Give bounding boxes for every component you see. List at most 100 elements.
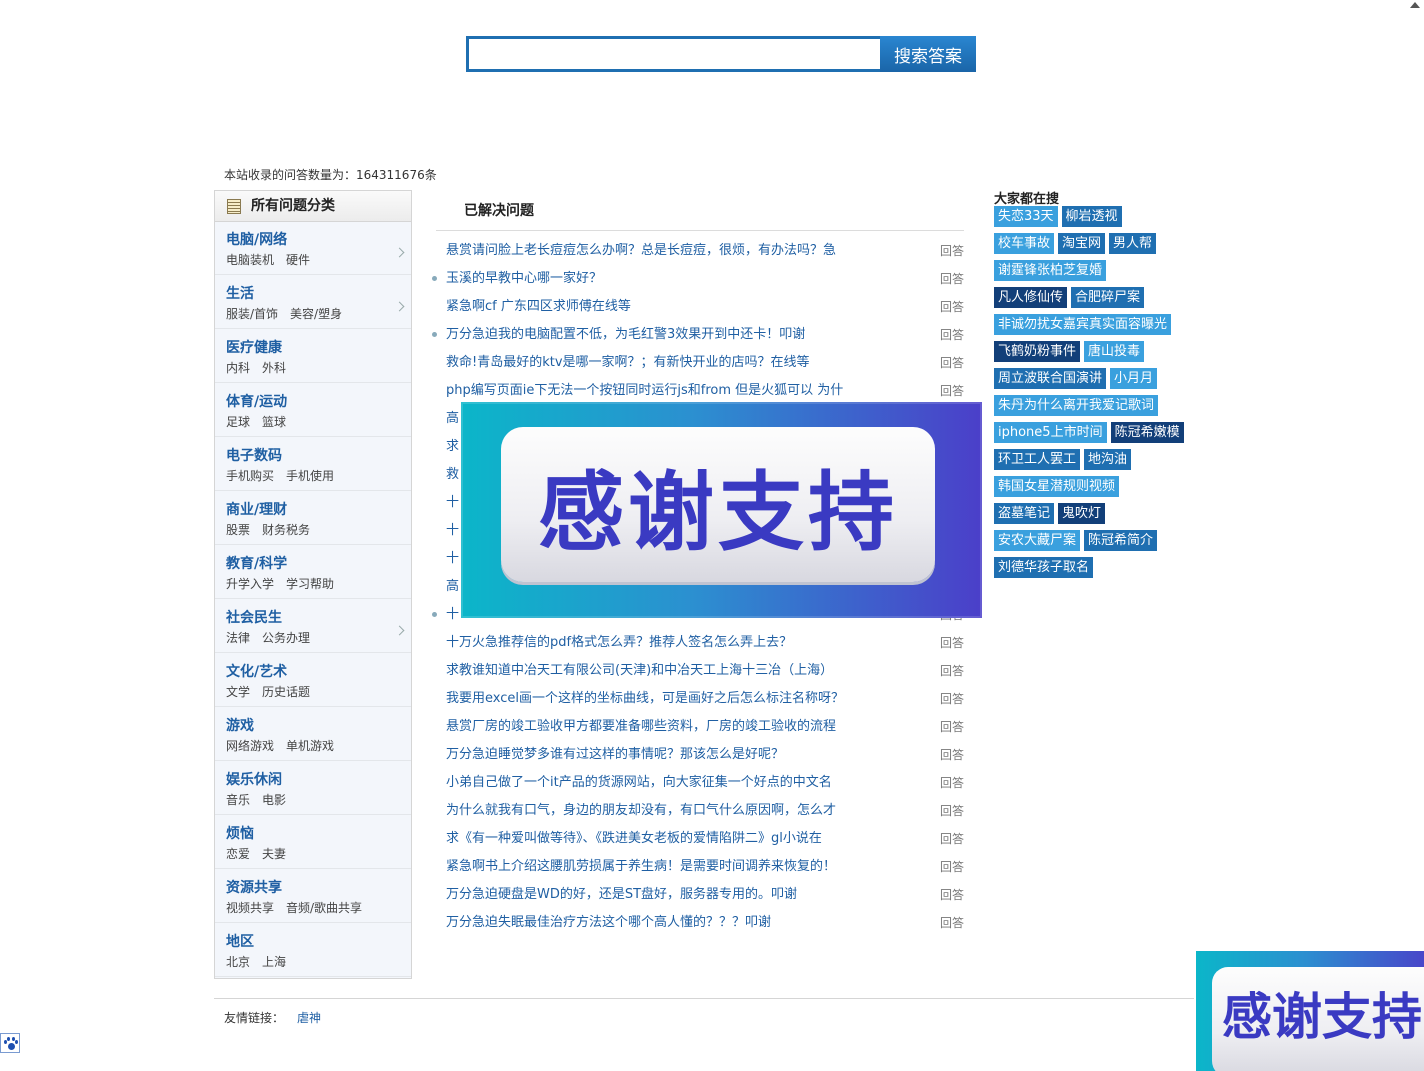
category-sub-link[interactable]: 音乐 bbox=[226, 793, 250, 807]
category-sub-link[interactable]: 夫妻 bbox=[262, 847, 286, 861]
question-link[interactable]: 十万火急推荐信的pdf格式怎么弄？推荐人签名怎么弄上去？ bbox=[446, 629, 876, 657]
category-item: 医疗健康内科 外科 bbox=[215, 330, 411, 383]
question-row: 万分急迫硬盘是WD的好，还是ST盘好，服务器专用的。叩谢 回答 bbox=[430, 881, 966, 909]
hot-search-tag[interactable]: 陈冠希简介 bbox=[1084, 530, 1158, 551]
category-sub-link[interactable]: 手机使用 bbox=[286, 469, 334, 483]
category-sub-link[interactable]: 电脑装机 bbox=[226, 253, 274, 267]
question-link[interactable]: php编写页面ie下无法一个按钮同时运行js和from 但是火狐可以 为什 bbox=[446, 377, 876, 405]
category-sub-link[interactable]: 手机购买 bbox=[226, 469, 274, 483]
category-title[interactable]: 电脑/网络 bbox=[226, 232, 411, 248]
question-link[interactable]: 求《有一种爱叫做等待》、《跌进美女老板的爱情陷阱二》gl小说在 bbox=[446, 825, 876, 853]
hot-search-tag[interactable]: 谢霆锋张柏芝复婚 bbox=[994, 260, 1107, 281]
category-sub-link[interactable]: 北京 bbox=[226, 955, 250, 969]
category-subs: 足球 篮球 bbox=[226, 415, 411, 429]
thanks-banner[interactable]: 感谢支持 bbox=[461, 402, 982, 618]
category-title[interactable]: 教育/科学 bbox=[226, 556, 411, 572]
category-sub-link[interactable]: 足球 bbox=[226, 415, 250, 429]
hot-search-tag[interactable]: 刘德华孩子取名 bbox=[994, 557, 1094, 578]
question-link[interactable]: 为什么就我有口气，身边的朋友却没有，有口气什么原因啊，怎么才 bbox=[446, 797, 876, 825]
hot-tag-row: 失恋33天 柳岩透视 bbox=[994, 206, 1204, 233]
hot-search-tag[interactable]: 飞鹤奶粉事件 bbox=[994, 341, 1081, 362]
category-title[interactable]: 烦恼 bbox=[226, 826, 411, 842]
category-title[interactable]: 体育/运动 bbox=[226, 394, 411, 410]
category-sub-link[interactable]: 单机游戏 bbox=[286, 739, 334, 753]
question-link[interactable]: 玉溪的早教中心哪一家好？ bbox=[446, 265, 876, 293]
question-link[interactable]: 求教谁知道中冶天工有限公司(天津)和中冶天工上海十三冶（上海） bbox=[446, 657, 876, 685]
category-sub-link[interactable]: 电影 bbox=[262, 793, 286, 807]
paw-icon[interactable] bbox=[0, 1033, 20, 1053]
category-sub-link[interactable]: 内科 bbox=[226, 361, 250, 375]
question-link[interactable]: 紧急啊cf 广东四区求师傅在线等 bbox=[446, 293, 876, 321]
category-sub-link[interactable]: 公务办理 bbox=[262, 631, 310, 645]
question-link[interactable]: 紧急啊书上介绍这腰肌劳损属于养生病！是需要时间调养来恢复的！ bbox=[446, 853, 876, 881]
category-sub-link[interactable]: 恋爱 bbox=[226, 847, 250, 861]
category-title[interactable]: 文化/艺术 bbox=[226, 664, 411, 680]
hot-search-tag[interactable]: 淘宝网 bbox=[1058, 233, 1106, 254]
category-sub-link[interactable]: 法律 bbox=[226, 631, 250, 645]
category-title[interactable]: 娱乐休闲 bbox=[226, 772, 411, 788]
hot-search-tag[interactable]: 朱丹为什么离开我爱记歌词 bbox=[994, 395, 1159, 416]
hot-search-tag[interactable]: 环卫工人罢工 bbox=[994, 449, 1081, 470]
category-sub-link[interactable]: 文学 bbox=[226, 685, 250, 699]
category-sub-link[interactable]: 篮球 bbox=[262, 415, 286, 429]
category-sub-link[interactable]: 美容/塑身 bbox=[290, 307, 342, 321]
hot-search-tag[interactable]: 失恋33天 bbox=[994, 206, 1058, 227]
category-title[interactable]: 地区 bbox=[226, 934, 411, 950]
category-title[interactable]: 商业/理财 bbox=[226, 502, 411, 518]
friend-link[interactable]: 虐神 bbox=[297, 1009, 321, 1026]
category-sub-link[interactable]: 上海 bbox=[262, 955, 286, 969]
question-link[interactable]: 我要用excel画一个这样的坐标曲线，可是画好之后怎么标注名称呀？ bbox=[446, 685, 876, 713]
hot-search-tag[interactable]: iphone5上市时间 bbox=[994, 422, 1107, 443]
thanks-banner-button[interactable]: 感谢支持 bbox=[501, 427, 935, 582]
search-button[interactable]: 搜索答案 bbox=[880, 36, 976, 72]
hot-search-tag[interactable]: 鬼吹灯 bbox=[1058, 503, 1106, 524]
category-sub-link[interactable]: 音频/歌曲共享 bbox=[286, 901, 362, 915]
hot-search-tag[interactable]: 陈冠希嫩模 bbox=[1110, 422, 1184, 443]
corner-thanks-button[interactable]: 感谢支持 bbox=[1212, 967, 1424, 1071]
hot-search-tag[interactable]: 柳岩透视 bbox=[1061, 206, 1122, 227]
question-link[interactable]: 万分急迫失眠最佳治疗方法这个哪个高人懂的？？？叩谢 bbox=[446, 909, 876, 937]
question-link[interactable]: 悬赏请问脸上老长痘痘怎么办啊？总是长痘痘，很烦，有办法吗？急 bbox=[446, 237, 876, 265]
hot-search-tag[interactable]: 小月月 bbox=[1110, 368, 1158, 389]
category-sub-link[interactable]: 历史话题 bbox=[262, 685, 310, 699]
category-title[interactable]: 社会民生 bbox=[226, 610, 411, 626]
question-link[interactable]: 万分急迫睡觉梦多谁有过这样的事情呢？那该怎么是好呢？ bbox=[446, 741, 876, 769]
question-link[interactable]: 小弟自己做了一个it产品的货源网站，向大家征集一个好点的中文名 bbox=[446, 769, 876, 797]
category-sub-link[interactable]: 股票 bbox=[226, 523, 250, 537]
hot-search-tag[interactable]: 合肥碎尸案 bbox=[1071, 287, 1145, 308]
hot-search-tag[interactable]: 校车事故 bbox=[994, 233, 1055, 254]
question-link[interactable]: 救命!青岛最好的ktv是哪一家啊？；有新快开业的店吗？在线等 bbox=[446, 349, 876, 377]
category-subs: 北京 上海 bbox=[226, 955, 411, 969]
hot-search-tag[interactable]: 男人帮 bbox=[1109, 233, 1157, 254]
question-link[interactable]: 悬赏厂房的竣工验收甲方都要准备哪些资料，厂房的竣工验收的流程 bbox=[446, 713, 876, 741]
category-sub-link[interactable]: 财务税务 bbox=[262, 523, 310, 537]
question-link[interactable]: 万分急迫我的电脑配置不低，为毛红警3效果开到中还卡！叩谢 bbox=[446, 321, 876, 349]
question-row: 十万火急推荐信的pdf格式怎么弄？推荐人签名怎么弄上去？ 回答 bbox=[430, 629, 966, 657]
hot-search-tag[interactable]: 韩国女星潜规则视频 bbox=[994, 476, 1120, 497]
hot-search-tag[interactable]: 非诚勿扰女嘉宾真实面容曝光 bbox=[994, 314, 1172, 335]
hot-search-tag[interactable]: 安农大藏尸案 bbox=[994, 530, 1081, 551]
scroll-up-icon[interactable] bbox=[1410, 2, 1420, 8]
category-sub-link[interactable]: 硬件 bbox=[286, 253, 310, 267]
category-sub-link[interactable]: 外科 bbox=[262, 361, 286, 375]
category-title[interactable]: 资源共享 bbox=[226, 880, 411, 896]
scrollbar[interactable] bbox=[1407, 0, 1424, 1056]
category-sub-link[interactable]: 服装/首饰 bbox=[226, 307, 278, 321]
category-sub-link[interactable]: 视频共享 bbox=[226, 901, 274, 915]
hot-search-tag[interactable]: 唐山投毒 bbox=[1084, 341, 1145, 362]
category-title[interactable]: 游戏 bbox=[226, 718, 411, 734]
search-input[interactable] bbox=[466, 36, 891, 72]
category-sub-link[interactable]: 升学入学 bbox=[226, 577, 274, 591]
category-sub-link[interactable]: 学习帮助 bbox=[286, 577, 334, 591]
hot-search-tag[interactable]: 盗墓笔记 bbox=[994, 503, 1055, 524]
hot-search-tag[interactable]: 凡人修仙传 bbox=[994, 287, 1068, 308]
category-title[interactable]: 医疗健康 bbox=[226, 340, 411, 356]
hot-search-tag[interactable]: 地沟油 bbox=[1084, 449, 1132, 470]
hot-tag-row: 盗墓笔记 鬼吹灯 bbox=[994, 503, 1204, 530]
hot-search-tag[interactable]: 周立波联合国演讲 bbox=[994, 368, 1107, 389]
question-link[interactable]: 万分急迫硬盘是WD的好，还是ST盘好，服务器专用的。叩谢 bbox=[446, 881, 876, 909]
corner-thanks-banner[interactable]: 感谢支持 bbox=[1196, 951, 1424, 1071]
category-title[interactable]: 生活 bbox=[226, 286, 411, 302]
category-sub-link[interactable]: 网络游戏 bbox=[226, 739, 274, 753]
category-title[interactable]: 电子数码 bbox=[226, 448, 411, 464]
